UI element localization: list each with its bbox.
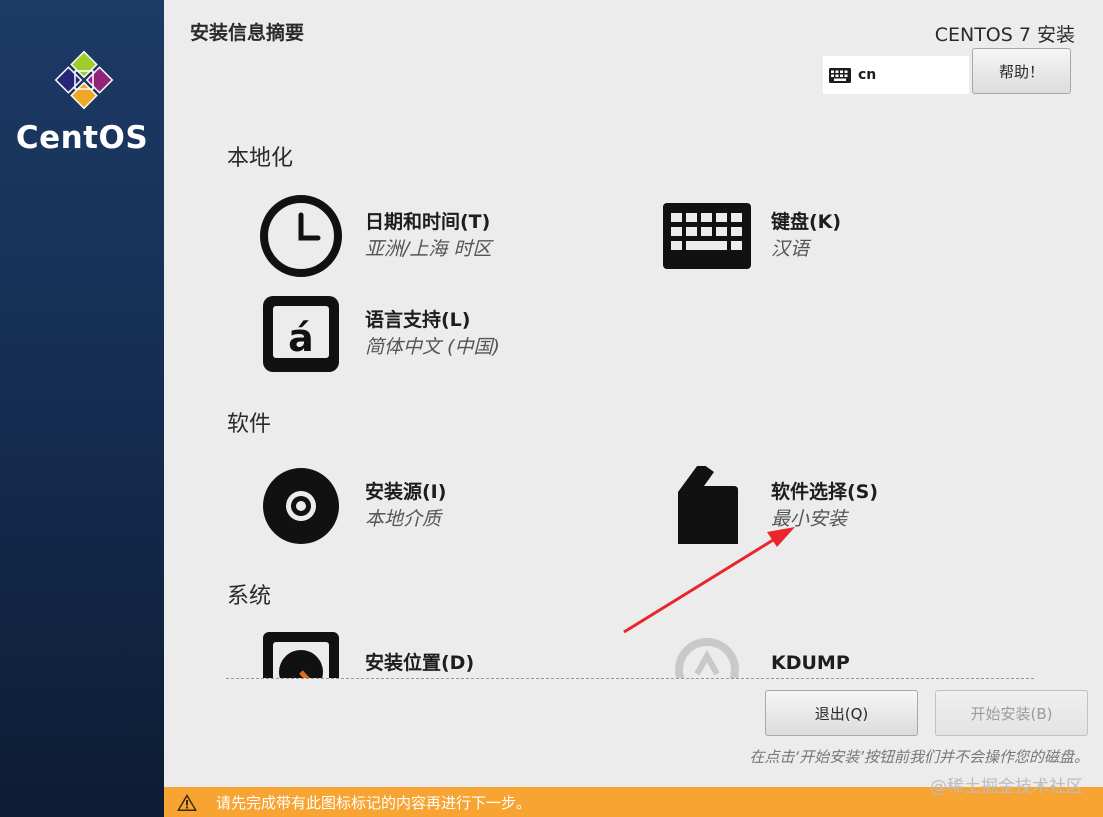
- keyboard-layout-label: cn: [858, 67, 877, 83]
- harddisk-icon: [263, 632, 339, 678]
- clock-icon: [260, 195, 342, 277]
- brand-name: CentOS: [15, 120, 149, 156]
- warning-icon: [177, 793, 197, 811]
- kdump-icon: [675, 638, 739, 678]
- main-panel: 安装信息摘要 CENTOS 7 安装 cn 帮助！ 本地化 日期和时间(T) 亚…: [164, 0, 1103, 817]
- disc-icon: [263, 468, 339, 544]
- quit-button[interactable]: 退出(Q): [765, 690, 918, 736]
- help-button[interactable]: 帮助！: [972, 48, 1071, 94]
- product-title: CENTOS 7 安装: [934, 24, 1075, 46]
- disk-hint-text: 在点击‘开始安装’按钮前我们并不会操作您的磁盘。: [749, 748, 1089, 766]
- package-icon: [678, 466, 738, 544]
- language-icon: á: [263, 296, 339, 372]
- kdump-title: KDUMP: [771, 652, 850, 674]
- keyboard-small-icon: [829, 67, 851, 83]
- svg-text:á: á: [288, 316, 314, 360]
- language-status: 简体中文 (中国): [365, 336, 500, 358]
- section-system: 系统: [227, 584, 272, 609]
- destination-title: 安装位置(D): [365, 652, 475, 674]
- warning-text: 请先完成带有此图标标记的内容再进行下一步。: [216, 793, 532, 812]
- spoke-software-selection[interactable]: 软件选择(S) 最小安装: [663, 462, 878, 550]
- sidebar: CentOS: [0, 0, 164, 817]
- page-title: 安装信息摘要: [190, 22, 305, 44]
- section-software: 软件: [227, 412, 272, 437]
- spoke-keyboard[interactable]: 键盘(K) 汉语: [663, 192, 841, 280]
- watermark: @稀土掘金技术社区: [930, 777, 1083, 797]
- spoke-datetime[interactable]: 日期和时间(T) 亚洲/上海 时区: [257, 192, 491, 280]
- source-title: 安装源(I): [365, 481, 447, 503]
- keyboard-title: 键盘(K): [771, 211, 842, 233]
- software-selection-status: 最小安装: [771, 508, 848, 530]
- system-spokes-clip: 安装位置(D) KDUMP: [257, 630, 1057, 678]
- spoke-language[interactable]: á 语言支持(L) 简体中文 (中国): [257, 290, 500, 378]
- spoke-source[interactable]: 安装源(I) 本地介质: [257, 462, 446, 550]
- datetime-title: 日期和时间(T): [365, 211, 491, 233]
- centos-logo-icon: [54, 50, 114, 110]
- spoke-kdump[interactable]: KDUMP: [663, 630, 850, 678]
- keyboard-layout-indicator[interactable]: cn: [823, 56, 969, 94]
- datetime-status: 亚洲/上海 时区: [365, 238, 492, 260]
- keyboard-status: 汉语: [771, 238, 810, 260]
- source-status: 本地介质: [365, 508, 442, 530]
- language-title: 语言支持(L): [365, 309, 471, 331]
- begin-install-button[interactable]: 开始安装(B): [935, 690, 1088, 736]
- scroll-divider: [226, 678, 1034, 679]
- keyboard-icon: [663, 203, 751, 269]
- spoke-destination[interactable]: 安装位置(D): [257, 630, 474, 678]
- software-selection-title: 软件选择(S): [771, 481, 879, 503]
- section-localization: 本地化: [227, 146, 294, 171]
